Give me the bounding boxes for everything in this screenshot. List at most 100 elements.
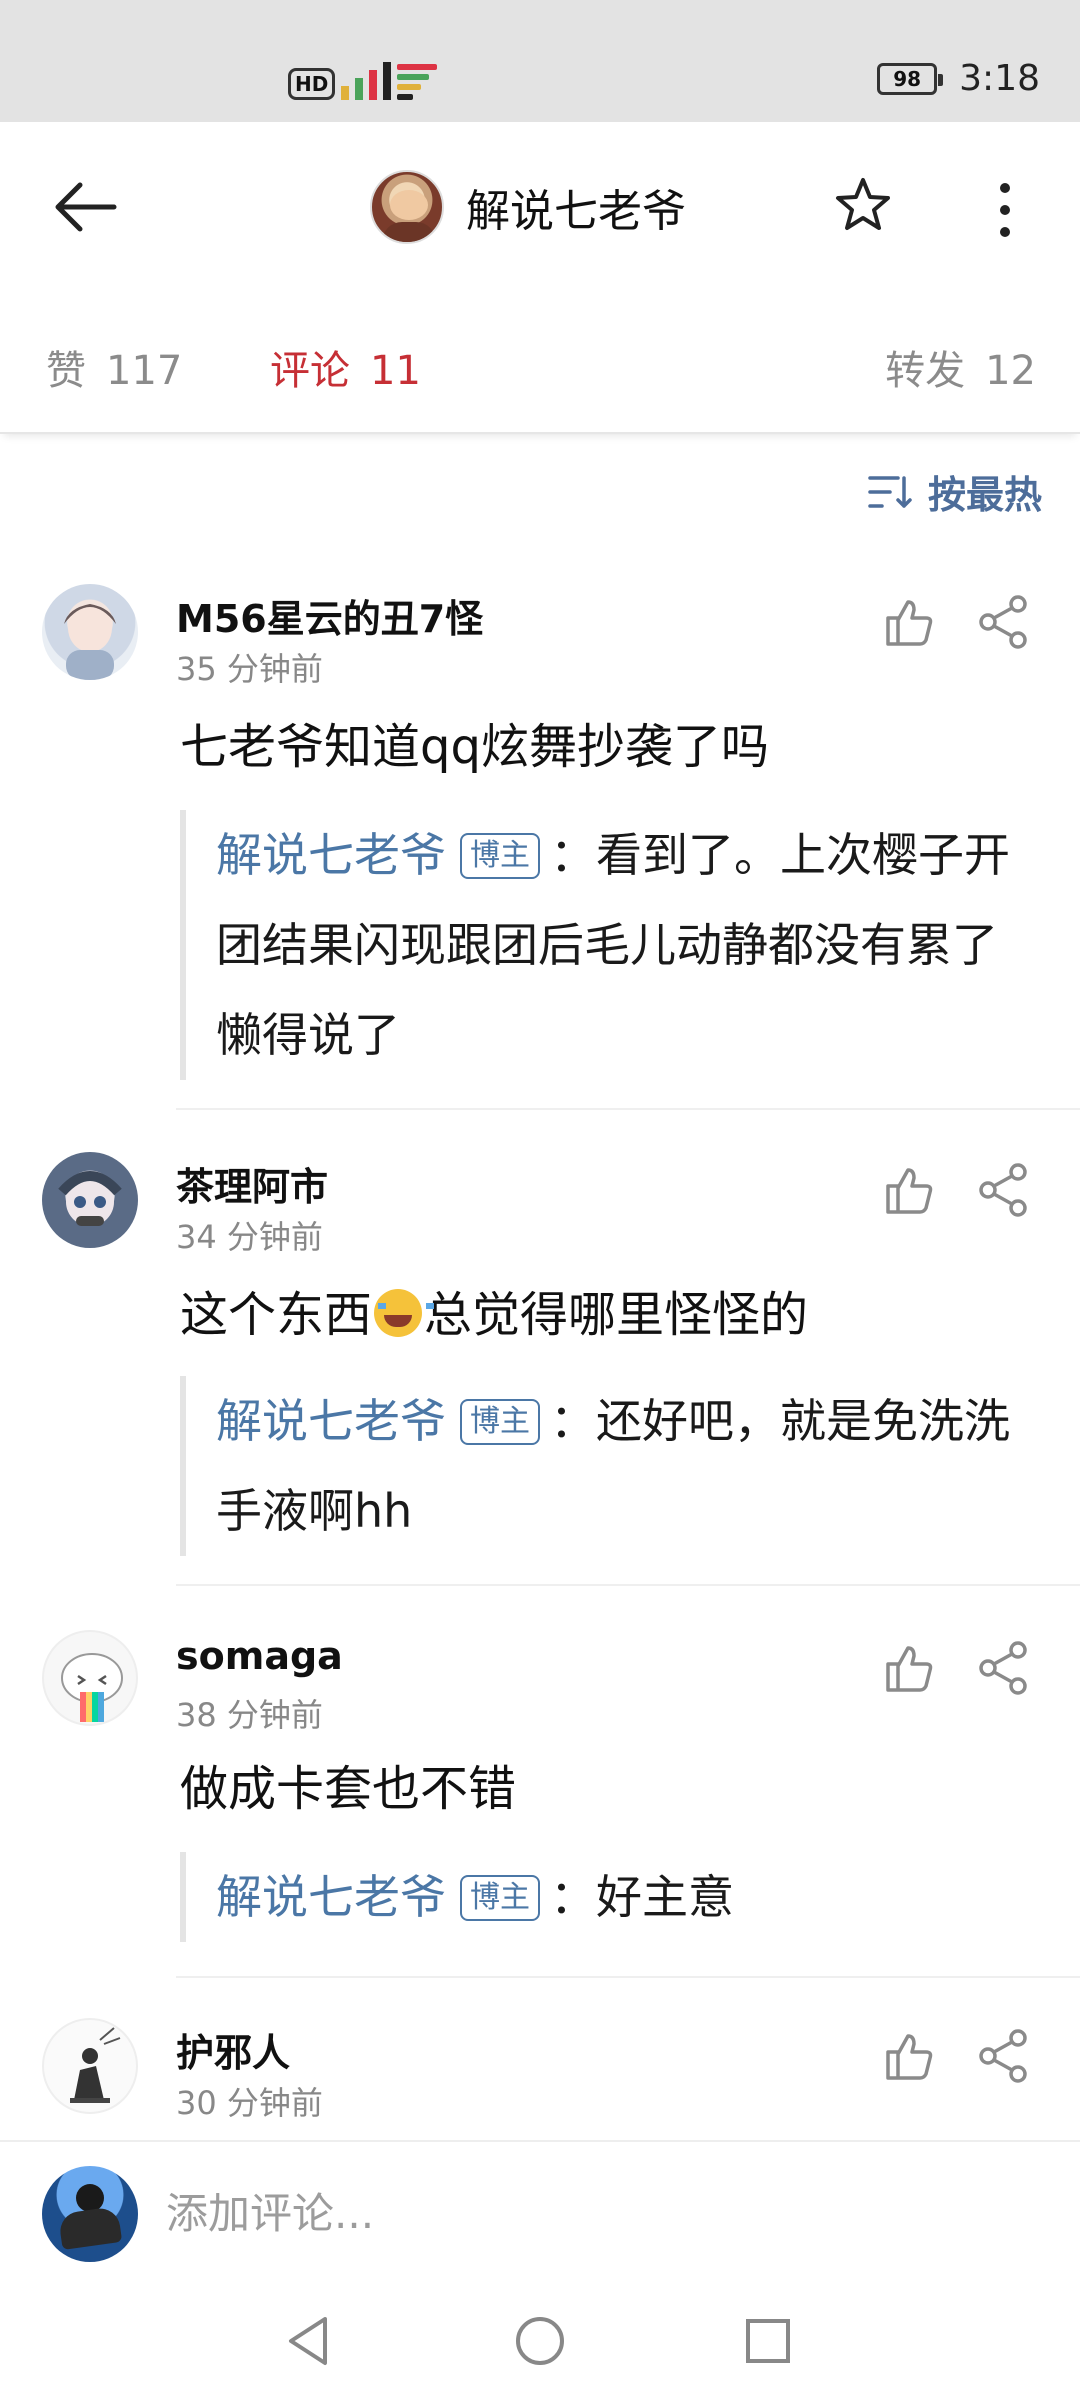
more-options-button[interactable] bbox=[975, 170, 1035, 250]
tab-label: 赞 bbox=[46, 348, 86, 394]
divider bbox=[176, 1976, 1080, 1978]
author-badge: 博主 bbox=[460, 1875, 540, 1921]
tab-count: 11 bbox=[370, 348, 421, 394]
thumbs-up-icon bbox=[886, 1646, 933, 1692]
avatar[interactable] bbox=[42, 2166, 138, 2262]
avatar-illustration bbox=[64, 604, 116, 680]
page-title: 解说七老爷 bbox=[466, 186, 686, 237]
like-button[interactable] bbox=[878, 592, 938, 652]
share-button[interactable] bbox=[974, 592, 1034, 652]
tab-label: 评论 bbox=[270, 348, 350, 394]
status-right: 98 3:18 bbox=[877, 58, 1040, 99]
comment-username[interactable]: 护邪人 bbox=[176, 2022, 290, 2077]
nav-back-button[interactable] bbox=[274, 2306, 344, 2376]
arrow-left-icon bbox=[55, 182, 117, 232]
reply-author[interactable]: 解说七老爷 bbox=[216, 1394, 446, 1448]
author-badge: 博主 bbox=[460, 1399, 540, 1445]
comment-item: 护邪人 30 分钟前 bbox=[0, 2018, 1080, 2138]
avatar-illustration bbox=[58, 1171, 122, 1226]
tab-count: 12 bbox=[985, 348, 1036, 394]
comment-username[interactable]: M56星云的丑7怪 bbox=[176, 588, 483, 643]
sort-icon bbox=[868, 475, 912, 508]
divider bbox=[176, 1584, 1080, 1586]
laugh-cry-emoji-icon bbox=[374, 1289, 435, 1337]
comment-item: somaga 38 分钟前 做成卡套也不错 解说七老爷 博主 ：好主意 bbox=[0, 1630, 1080, 1978]
top-app-bar: 解说七老爷 bbox=[0, 122, 1080, 292]
signal-indicators: HD bbox=[288, 56, 438, 100]
clock: 3:18 bbox=[959, 58, 1040, 99]
comment-text: 做成卡套也不错 bbox=[180, 1761, 517, 1817]
author-reply: 解说七老爷 博主 ：还好吧，就是免洗洗手液啊hh bbox=[180, 1376, 1040, 1556]
share-icon bbox=[979, 2029, 1027, 2083]
signal-bar-icon bbox=[355, 78, 364, 100]
like-button[interactable] bbox=[878, 1638, 938, 1698]
battery-icon: 98 bbox=[877, 62, 944, 95]
tab-reposts[interactable]: 转发 12 bbox=[885, 338, 1036, 396]
sort-toggle[interactable]: 按最热 bbox=[868, 464, 1042, 519]
comment-input-bar: 添加评论... bbox=[0, 2140, 1080, 2280]
share-icon bbox=[979, 1163, 1027, 1217]
comment-text: 七老爷知道qq炫舞抄袭了吗 bbox=[180, 719, 769, 775]
author-reply: 解说七老爷 博主 ：看到了。上次樱子开团结果闪现跟团后毛儿动静都没有累了懒得说了 bbox=[180, 810, 1040, 1080]
comment-time: 34 分钟前 bbox=[176, 1218, 323, 1256]
avatar[interactable] bbox=[42, 1630, 138, 1726]
tab-comments[interactable]: 评论 11 bbox=[270, 338, 421, 396]
system-nav-bar bbox=[0, 2280, 1080, 2400]
share-button[interactable] bbox=[974, 1160, 1034, 1220]
signal-bar-icon bbox=[369, 70, 378, 100]
author-badge: 博主 bbox=[460, 833, 540, 879]
nav-home-button[interactable] bbox=[505, 2306, 575, 2376]
comment-time: 38 分钟前 bbox=[176, 1696, 323, 1734]
hd-indicator: HD bbox=[288, 68, 336, 100]
signal-bar-icon bbox=[341, 86, 350, 100]
comment-username[interactable]: somaga bbox=[176, 1634, 343, 1678]
sort-label: 按最热 bbox=[927, 473, 1042, 517]
back-button[interactable] bbox=[40, 162, 130, 252]
thumbs-up-icon bbox=[886, 600, 933, 646]
divider bbox=[176, 1108, 1080, 1110]
more-vertical-icon bbox=[1000, 183, 1010, 237]
comment-text-end: 总觉得哪里怪怪的 bbox=[424, 1287, 809, 1343]
like-button[interactable] bbox=[878, 1160, 938, 1220]
interaction-tabs: 赞 117 评论 11 转发 12 bbox=[0, 292, 1080, 434]
author-reply: 解说七老爷 博主 ：好主意 bbox=[180, 1852, 1040, 1942]
wifi-icon bbox=[397, 60, 438, 100]
tab-likes[interactable]: 赞 117 bbox=[46, 338, 182, 396]
share-icon bbox=[979, 595, 1027, 649]
comment-item: 茶理阿市 34 分钟前 这个东西 总觉得哪里怪怪的 解说七老爷 博主 ：还好吧，就是免… bbox=[0, 1152, 1080, 1586]
avatar[interactable] bbox=[42, 2018, 138, 2114]
thumbs-up-icon bbox=[886, 1168, 933, 1214]
tab-label: 转发 bbox=[885, 348, 966, 394]
battery-level: 98 bbox=[893, 66, 922, 91]
signal-bar-icon bbox=[383, 62, 392, 100]
avatar[interactable] bbox=[42, 584, 138, 680]
comment-time: 30 分钟前 bbox=[176, 2084, 323, 2122]
comment-input[interactable]: 添加评论... bbox=[166, 2178, 1026, 2250]
comment-item: M56星云的丑7怪 35 分钟前 七老爷知道qq炫舞抄袭了吗 解说七老爷 博主 ：看… bbox=[0, 584, 1080, 1110]
avatar[interactable] bbox=[42, 1152, 138, 1248]
thumbs-up-icon bbox=[886, 2034, 933, 2080]
avatar-illustration bbox=[61, 1653, 123, 1722]
avatar[interactable] bbox=[370, 170, 444, 244]
reply-text: ：好主意 bbox=[550, 1870, 734, 1924]
status-bar: HD 98 3:18 bbox=[0, 0, 1080, 122]
like-button[interactable] bbox=[878, 2026, 938, 2086]
tab-count: 117 bbox=[106, 348, 183, 394]
reply-author[interactable]: 解说七老爷 bbox=[216, 828, 446, 882]
reply-author[interactable]: 解说七老爷 bbox=[216, 1870, 446, 1924]
comment-time: 35 分钟前 bbox=[176, 650, 323, 688]
share-button[interactable] bbox=[974, 1638, 1034, 1698]
nav-recents-button[interactable] bbox=[733, 2306, 803, 2376]
star-outline-icon bbox=[836, 178, 890, 230]
comment-username[interactable]: 茶理阿市 bbox=[176, 1156, 328, 1211]
circle-home-icon bbox=[516, 2317, 564, 2365]
avatar-illustration bbox=[70, 2027, 121, 2103]
share-button[interactable] bbox=[974, 2026, 1034, 2086]
title-group[interactable]: 解说七老爷 bbox=[370, 170, 686, 244]
triangle-back-icon bbox=[289, 2317, 327, 2365]
share-icon bbox=[979, 1641, 1027, 1695]
square-recents-icon bbox=[746, 2319, 790, 2363]
favorite-button[interactable] bbox=[828, 170, 898, 240]
comment-text: 这个东西 总觉得哪里怪怪的 bbox=[180, 1282, 1040, 1348]
comment-text-start: 这个东西 bbox=[180, 1287, 373, 1343]
